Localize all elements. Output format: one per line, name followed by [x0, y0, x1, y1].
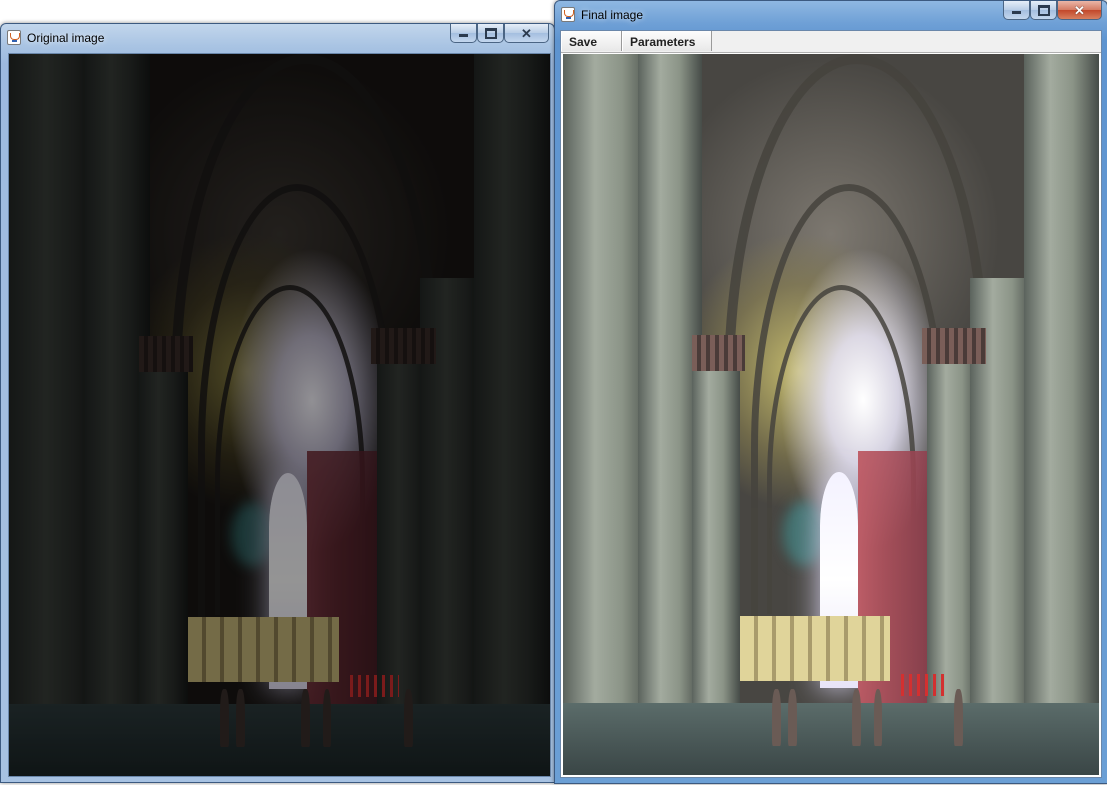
maximize-icon	[484, 27, 497, 39]
save-button[interactable]: Save	[561, 31, 622, 51]
minimize-icon	[1012, 11, 1021, 14]
final-image-window[interactable]: Final image ✕ Save Parameters	[554, 0, 1107, 784]
final-image-canvas	[563, 54, 1099, 775]
menu-bar: Save Parameters	[561, 31, 1101, 53]
pillar-capital	[691, 335, 746, 372]
window-title: Original image	[27, 31, 105, 45]
minimize-button[interactable]	[450, 24, 477, 43]
minimize-icon	[459, 34, 468, 37]
stained-glass-glow	[782, 501, 826, 566]
pillar	[1023, 54, 1099, 732]
candles	[900, 674, 949, 696]
visitor	[852, 688, 861, 747]
maximize-button[interactable]	[1030, 1, 1057, 20]
shadow-overlay	[9, 54, 550, 776]
pillar	[691, 349, 740, 732]
visitor	[954, 688, 963, 747]
pillar-capital	[922, 327, 987, 365]
title-bar[interactable]: Final image ✕	[555, 1, 1107, 29]
maximize-button[interactable]	[477, 24, 504, 43]
original-image-canvas	[8, 53, 551, 777]
close-icon: ✕	[1074, 2, 1085, 18]
choir-arcade	[739, 616, 890, 682]
parameters-button[interactable]: Parameters	[622, 31, 712, 51]
maximize-icon	[1037, 4, 1050, 16]
minimize-button[interactable]	[1003, 1, 1030, 20]
final-window-client: Save Parameters	[560, 30, 1102, 778]
close-button[interactable]: ✕	[504, 24, 549, 43]
visitor	[772, 688, 781, 747]
close-icon: ✕	[521, 25, 532, 41]
floor	[563, 702, 1099, 775]
cathedral-image-final	[563, 54, 1099, 775]
window-title: Final image	[581, 8, 644, 22]
close-button[interactable]: ✕	[1057, 1, 1102, 20]
title-bar[interactable]: Original image ✕	[1, 24, 554, 52]
visitor	[788, 688, 797, 747]
java-icon[interactable]	[7, 30, 21, 45]
visitor	[873, 688, 883, 747]
cathedral-image-original	[9, 54, 550, 776]
original-image-window[interactable]: Original image ✕	[0, 23, 555, 783]
java-icon[interactable]	[561, 7, 575, 22]
